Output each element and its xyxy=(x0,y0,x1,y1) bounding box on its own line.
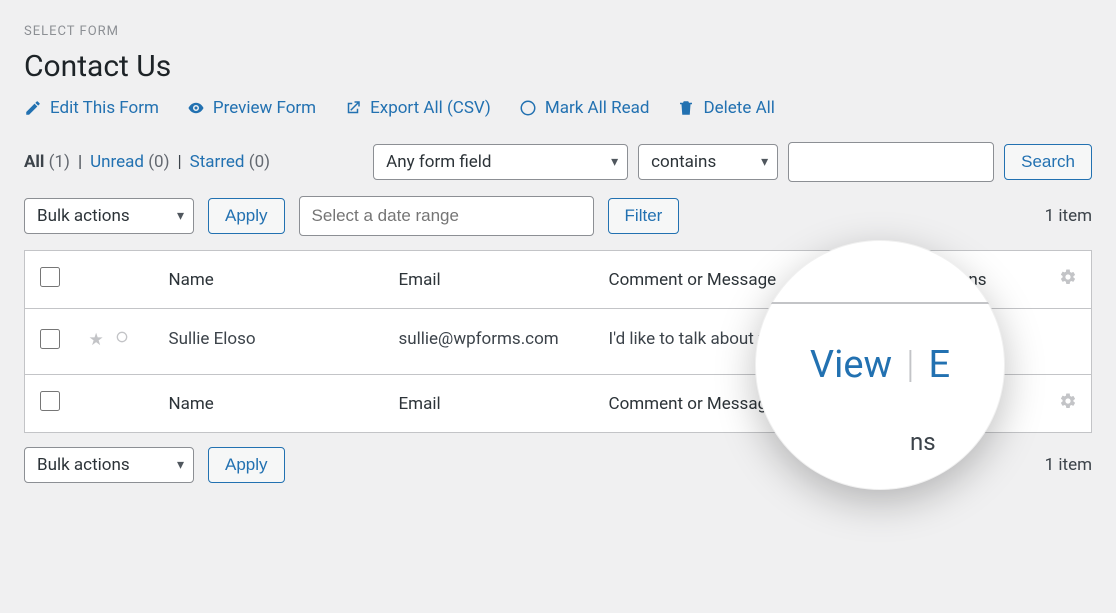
export-icon xyxy=(344,99,362,117)
preview-form-link[interactable]: Preview Form xyxy=(187,98,316,118)
magnifier-fragment-text: ns xyxy=(910,428,936,456)
delete-all-label: Delete All xyxy=(703,98,774,118)
bulk-actions-select[interactable]: Bulk actions xyxy=(24,198,194,234)
export-all-label: Export All (CSV) xyxy=(370,98,491,118)
tab-all-label: All xyxy=(24,152,44,172)
row-checkbox[interactable] xyxy=(40,329,60,349)
mark-all-read-link[interactable]: Mark All Read xyxy=(519,98,650,118)
items-count-bottom: 1 item xyxy=(1045,455,1092,475)
tab-unread-label: Unread xyxy=(90,152,144,172)
filter-tabs: All (1) | Unread (0) | Starred (0) xyxy=(24,152,270,172)
read-indicator-icon[interactable] xyxy=(114,329,130,350)
export-all-link[interactable]: Export All (CSV) xyxy=(344,98,491,118)
col-name-header[interactable]: Name xyxy=(155,375,385,433)
eye-icon xyxy=(187,99,205,117)
tab-unread[interactable]: Unread (0) xyxy=(90,152,169,172)
row-indicators: ★ xyxy=(75,309,155,375)
magnifier-overlay: View | E ns xyxy=(755,240,1005,490)
field-select-wrap: Any form field ▾ xyxy=(373,144,628,180)
row-name: Sullie Eloso xyxy=(155,309,385,375)
bulk-select-wrap: Bulk actions ▾ xyxy=(24,198,194,234)
select-all-checkbox[interactable] xyxy=(40,391,60,411)
search-button[interactable]: Search xyxy=(1004,144,1092,180)
bulk-actions-select[interactable]: Bulk actions xyxy=(24,447,194,483)
contains-select[interactable]: contains xyxy=(638,144,778,180)
magnifier-divider xyxy=(755,302,1005,304)
tab-separator: | xyxy=(178,152,182,172)
date-range-input[interactable] xyxy=(299,196,594,236)
edit-form-label: Edit This Form xyxy=(50,98,159,118)
field-select[interactable]: Any form field xyxy=(373,144,628,180)
select-form-label: SELECT FORM xyxy=(24,24,1092,39)
page-title: Contact Us xyxy=(24,49,1092,84)
select-all-checkbox[interactable] xyxy=(40,267,60,287)
mark-all-read-label: Mark All Read xyxy=(545,98,650,118)
apply-bulk-button[interactable]: Apply xyxy=(208,198,285,234)
tab-unread-count: (0) xyxy=(148,152,169,172)
action-links: Edit This Form Preview Form Export All (… xyxy=(24,98,1092,118)
search-value-input[interactable] xyxy=(788,142,994,182)
view-link-magnified[interactable]: View xyxy=(810,343,892,387)
tab-starred-count: (0) xyxy=(249,152,270,172)
col-email-header[interactable]: Email xyxy=(385,375,595,433)
delete-all-link[interactable]: Delete All xyxy=(677,98,774,118)
magnifier-separator: | xyxy=(906,343,914,387)
tab-starred-label: Starred xyxy=(190,152,245,172)
filter-button[interactable]: Filter xyxy=(608,198,680,234)
secondary-row: Bulk actions ▾ Apply Filter 1 item xyxy=(24,196,1092,236)
gear-icon xyxy=(1059,271,1077,291)
trash-icon xyxy=(677,99,695,117)
tab-starred[interactable]: Starred (0) xyxy=(190,152,270,172)
col-gear-header[interactable] xyxy=(1045,375,1092,433)
apply-bulk-button[interactable]: Apply xyxy=(208,447,285,483)
gear-icon xyxy=(1059,395,1077,415)
bulk-select-wrap-bottom: Bulk actions ▾ xyxy=(24,447,194,483)
tab-all[interactable]: All (1) xyxy=(24,152,70,172)
select-all-footer[interactable] xyxy=(25,375,75,433)
edit-link-magnified-partial[interactable]: E xyxy=(928,343,950,387)
tab-separator: | xyxy=(78,152,82,172)
contains-select-wrap: contains ▾ xyxy=(638,144,778,180)
tab-all-count: (1) xyxy=(49,152,70,172)
pencil-icon xyxy=(24,99,42,117)
edit-form-link[interactable]: Edit This Form xyxy=(24,98,159,118)
row-email: sullie@wpforms.com xyxy=(385,309,595,375)
circle-icon xyxy=(519,99,537,117)
col-email-header[interactable]: Email xyxy=(385,251,595,309)
preview-form-label: Preview Form xyxy=(213,98,316,118)
filters-row: All (1) | Unread (0) | Starred (0) Any f… xyxy=(24,142,1092,182)
col-name-header[interactable]: Name xyxy=(155,251,385,309)
select-all-header[interactable] xyxy=(25,251,75,309)
star-icon[interactable]: ★ xyxy=(89,330,104,350)
col-gear-header[interactable] xyxy=(1045,251,1092,309)
items-count-top: 1 item xyxy=(1045,206,1092,226)
